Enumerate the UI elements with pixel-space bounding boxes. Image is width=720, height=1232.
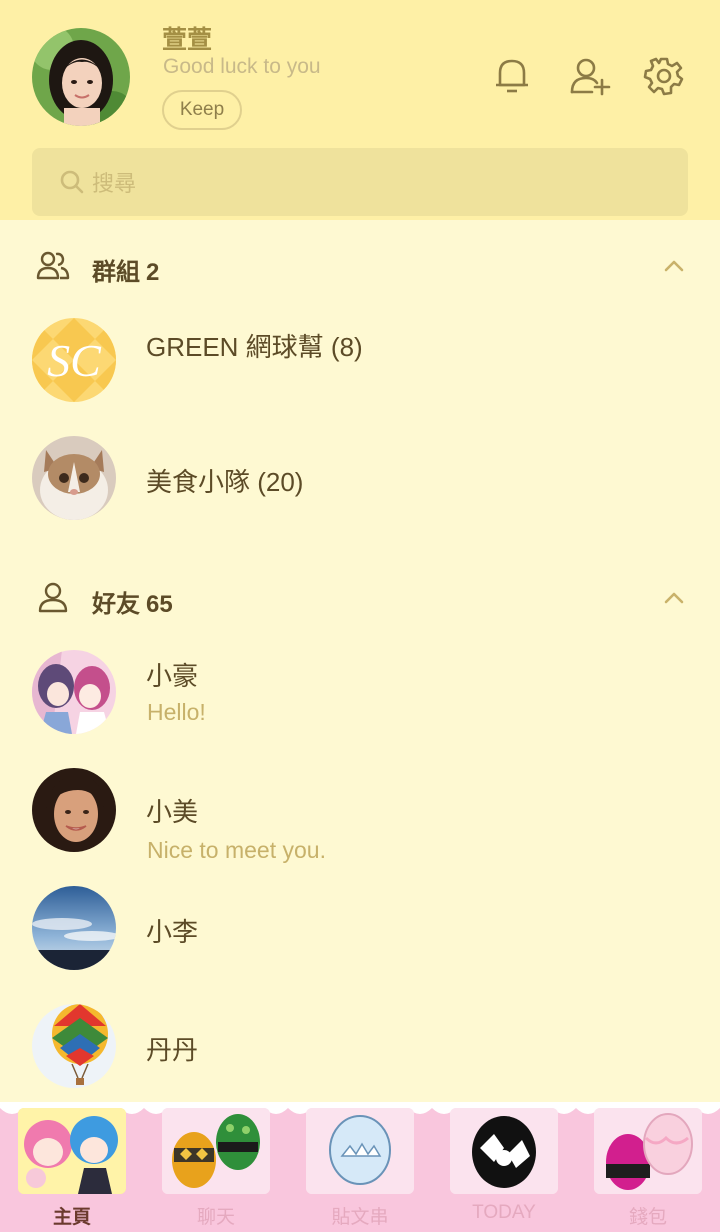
group-row[interactable]: SC GREEN 網球幫 (8)	[0, 318, 720, 428]
friend-name: 小美	[146, 797, 199, 827]
groups-title: 群組 2	[92, 259, 160, 286]
nav-tab-chat[interactable]: 聊天	[144, 1102, 288, 1232]
group-avatar: SC	[32, 318, 116, 402]
nav-label-timeline: 貼文串	[331, 1207, 389, 1228]
profile-header: 萱萱 Good luck to you Keep 搜尋	[0, 0, 720, 220]
wallet-tab-icon	[594, 1108, 702, 1194]
friends-count: 65	[146, 591, 173, 618]
friend-row[interactable]: 小美 Nice to meet you.	[0, 768, 720, 878]
profile-avatar[interactable]	[32, 28, 130, 126]
group-name: GREEN 網球幫 (8)	[146, 332, 363, 362]
gear-icon[interactable]	[642, 54, 686, 98]
profile-status-message[interactable]: Good luck to you	[163, 55, 321, 79]
chat-tab-icon	[162, 1108, 270, 1194]
nav-label-today: TODAY	[472, 1202, 536, 1223]
add-friend-icon[interactable]	[568, 54, 612, 98]
chevron-up-icon[interactable]	[662, 586, 686, 610]
friend-avatar	[32, 650, 116, 734]
friend-avatar	[32, 768, 116, 852]
group-avatar	[32, 436, 116, 520]
group-row[interactable]: 美食小隊 (20)	[0, 436, 720, 546]
groups-count: 2	[146, 259, 160, 286]
friend-row[interactable]: 小豪 Hello!	[0, 650, 720, 760]
group-icon	[36, 250, 70, 282]
friend-name: 丹丹	[146, 1035, 199, 1065]
friend-status-message: Hello!	[147, 699, 206, 725]
nav-label-home: 主頁	[52, 1207, 91, 1228]
friend-name: 小豪	[146, 661, 199, 691]
groups-section-header[interactable]: 群組 2	[0, 236, 720, 296]
friend-row[interactable]: 丹丹	[0, 1004, 720, 1114]
friend-avatar	[32, 886, 116, 970]
nav-label-wallet: 錢包	[628, 1207, 667, 1228]
friend-status-message: Nice to meet you.	[147, 837, 326, 863]
today-tab-icon	[450, 1108, 558, 1194]
search-icon	[58, 168, 86, 196]
timeline-tab-icon	[306, 1108, 414, 1194]
nav-label-chat: 聊天	[196, 1207, 235, 1228]
chevron-up-icon[interactable]	[662, 254, 686, 278]
home-tab-icon	[18, 1108, 126, 1194]
profile-name[interactable]: 萱萱	[162, 20, 212, 56]
search-bar[interactable]: 搜尋	[32, 148, 688, 216]
nav-tab-home[interactable]: 主頁	[0, 1102, 144, 1232]
friends-title: 好友 65	[92, 591, 173, 618]
friend-icon	[36, 582, 70, 614]
svg-text:SC: SC	[47, 335, 102, 386]
group-name: 美食小隊 (20)	[146, 467, 304, 497]
nav-tab-timeline[interactable]: 貼文串	[288, 1102, 432, 1232]
nav-tab-today[interactable]: TODAY	[432, 1102, 576, 1232]
friend-row[interactable]: 小李	[0, 886, 720, 996]
friend-avatar	[32, 1004, 116, 1088]
bell-icon[interactable]	[490, 54, 534, 98]
keep-button[interactable]: Keep	[162, 90, 242, 130]
search-input[interactable]: 搜尋	[92, 166, 136, 198]
bottom-navigation: 主頁 聊天 貼文串 TODAY 錢包	[0, 1102, 720, 1232]
friends-section-header[interactable]: 好友 65	[0, 568, 720, 628]
friend-name: 小李	[146, 917, 199, 947]
nav-tab-wallet[interactable]: 錢包	[576, 1102, 720, 1232]
